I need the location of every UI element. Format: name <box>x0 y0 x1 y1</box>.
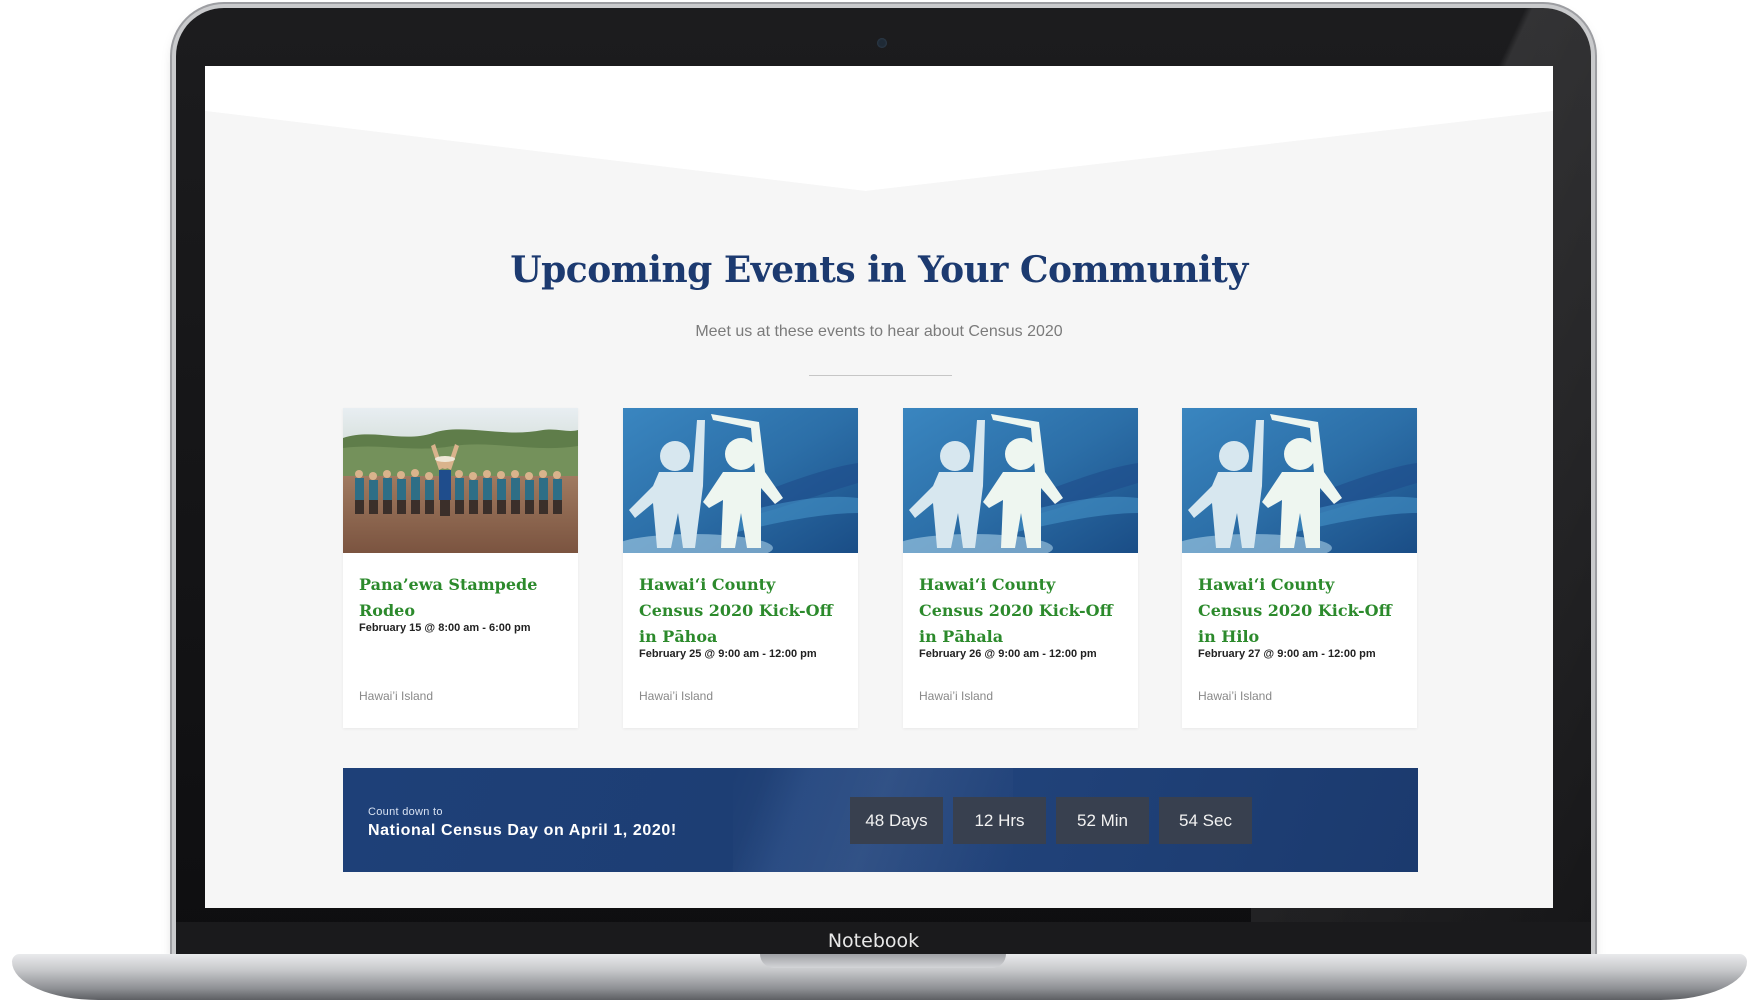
event-title[interactable]: Hawaiʻi County Census 2020 Kick-Off in P… <box>639 572 844 650</box>
countdown-headline: National Census Day on April 1, 2020! <box>368 822 677 839</box>
event-date: February 27 @ 9:00 am - 12:00 pm <box>1198 648 1376 660</box>
event-location: Hawai’i Island <box>639 689 714 703</box>
event-image-paper-people[interactable] <box>903 408 1138 553</box>
event-location: Hawai’i Island <box>1198 689 1273 703</box>
screen: Upcoming Events in Your Community Meet u… <box>205 66 1553 908</box>
event-image-paper-people[interactable] <box>623 408 858 553</box>
countdown-minutes: 52 Min <box>1056 797 1149 844</box>
section-subtitle: Meet us at these events to hear about Ce… <box>695 323 1063 340</box>
event-card[interactable]: Pana’ewa Stampede Rodeo February 15 @ 8:… <box>343 408 578 728</box>
event-date: February 25 @ 9:00 am - 12:00 pm <box>639 648 817 660</box>
camera-icon <box>877 38 887 48</box>
event-card[interactable]: Hawaiʻi County Census 2020 Kick-Off in P… <box>623 408 858 728</box>
section-divider <box>809 375 952 376</box>
event-title[interactable]: Hawaiʻi County Census 2020 Kick-Off in P… <box>919 572 1124 650</box>
countdown-days: 48 Days <box>850 797 943 844</box>
event-cards: Pana’ewa Stampede Rodeo February 15 @ 8:… <box>343 408 1417 728</box>
event-card[interactable]: Hawaiʻi County Census 2020 Kick-Off in H… <box>1182 408 1417 728</box>
event-location: Hawai’i Island <box>919 689 994 703</box>
event-title[interactable]: Hawaiʻi County Census 2020 Kick-Off in H… <box>1198 572 1403 650</box>
event-location: Hawai’i Island <box>359 689 434 703</box>
event-date: February 26 @ 9:00 am - 12:00 pm <box>919 648 1097 660</box>
countdown-hours: 12 Hrs <box>953 797 1046 844</box>
section-title: Upcoming Events in Your Community <box>510 249 1248 291</box>
event-image-paper-people[interactable] <box>1182 408 1417 553</box>
event-image-rodeo[interactable] <box>343 408 578 553</box>
event-date: February 15 @ 8:00 am - 6:00 pm <box>359 622 531 634</box>
device-label: Notebook <box>827 930 920 952</box>
events-section: Upcoming Events in Your Community Meet u… <box>205 66 1553 908</box>
event-card[interactable]: Hawaiʻi County Census 2020 Kick-Off in P… <box>903 408 1138 728</box>
laptop-notch <box>760 954 1006 968</box>
countdown-kicker: Count down to <box>368 806 443 818</box>
countdown-banner: Count down to National Census Day on Apr… <box>343 768 1418 872</box>
event-title[interactable]: Pana’ewa Stampede Rodeo <box>359 572 564 624</box>
countdown-seconds: 54 Sec <box>1159 797 1252 844</box>
